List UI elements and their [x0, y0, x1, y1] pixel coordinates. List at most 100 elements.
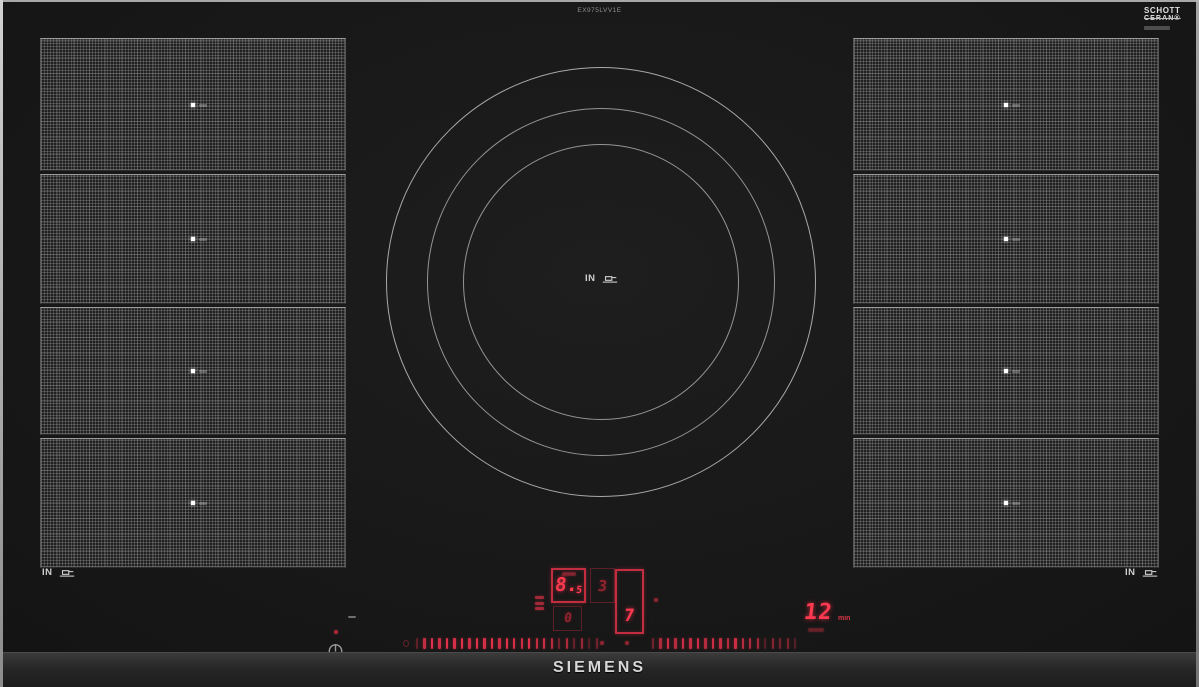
- pause-bars-icon[interactable]: [535, 596, 544, 610]
- slider-tick[interactable]: [483, 638, 485, 649]
- slider-tick[interactable]: [446, 638, 448, 649]
- slider-tick[interactable]: [521, 638, 523, 649]
- induction-label: IN: [585, 273, 596, 284]
- slider-tick[interactable]: [498, 638, 500, 649]
- slider-tick[interactable]: [772, 638, 774, 649]
- slider-tick[interactable]: [727, 638, 729, 649]
- induction-label: IN: [42, 567, 53, 578]
- cooking-zone-left-3[interactable]: [40, 307, 346, 435]
- cooking-zone-right-4[interactable]: [853, 438, 1159, 568]
- slider-tick[interactable]: [423, 638, 425, 649]
- metal-edge-left: [0, 0, 3, 687]
- induction-label: IN: [1125, 567, 1136, 578]
- slider-dot: [625, 641, 629, 645]
- cooking-zone-right-1[interactable]: [853, 38, 1159, 171]
- zone-center-dot: [1004, 501, 1008, 505]
- slider-tick[interactable]: [652, 638, 654, 649]
- power-slider-right[interactable]: [652, 637, 796, 650]
- slider-tick[interactable]: [674, 638, 676, 649]
- slider-tick[interactable]: [468, 638, 470, 649]
- slider-dot: [600, 641, 604, 645]
- induction-marker-bottom-left: IN: [42, 567, 76, 578]
- slider-tick[interactable]: [581, 638, 583, 649]
- zone-center-dot: [191, 103, 195, 107]
- zone-center-dot: [1004, 237, 1008, 241]
- indicator-dot: [654, 598, 658, 602]
- slider-tick[interactable]: [682, 638, 684, 649]
- level-display-right[interactable]: 7: [615, 569, 644, 634]
- slider-tick[interactable]: [667, 638, 669, 649]
- timer-sub-mark: [808, 628, 824, 632]
- slider-tick[interactable]: [513, 638, 515, 649]
- induction-marker-bottom-right: IN: [1125, 567, 1159, 578]
- induction-cooktop: EX975LVV1E SCHOTT CERAN® IN IN IN: [0, 0, 1199, 687]
- slider-tick[interactable]: [719, 638, 721, 649]
- metal-edge-top: [0, 0, 1199, 2]
- slider-tick[interactable]: [704, 638, 706, 649]
- cooking-zone-right-3[interactable]: [853, 307, 1159, 435]
- zone-center-mark: [1012, 370, 1020, 373]
- zone-center-dot: [191, 237, 195, 241]
- slider-tick[interactable]: [742, 638, 744, 649]
- zone-center-mark: [199, 104, 207, 107]
- slider-tick[interactable]: [558, 638, 560, 649]
- power-slider-left[interactable]: [416, 637, 598, 650]
- power-indicator-dot: [334, 630, 338, 634]
- induction-marker-center: IN: [585, 273, 619, 284]
- panel-dash-mark: [348, 616, 356, 618]
- cooking-zone-left-1[interactable]: [40, 38, 346, 171]
- slider-tick[interactable]: [697, 638, 699, 649]
- slider-tick[interactable]: [491, 638, 493, 649]
- zone-center-mark: [1012, 238, 1020, 241]
- slider-tick[interactable]: [689, 638, 691, 649]
- slider-tick[interactable]: [779, 638, 781, 649]
- cookware-pan-icon: [58, 567, 76, 578]
- slider-tick[interactable]: [659, 638, 661, 649]
- slider-tick[interactable]: [787, 638, 789, 649]
- slider-tick[interactable]: [551, 638, 553, 649]
- slider-tick[interactable]: [536, 638, 538, 649]
- slider-tick[interactable]: [438, 638, 440, 649]
- siemens-logo: SIEMENS: [0, 659, 1199, 677]
- level-zero-value: 0: [563, 611, 573, 626]
- slider-tick[interactable]: [528, 638, 530, 649]
- slider-tick[interactable]: [573, 638, 575, 649]
- slider-tick[interactable]: [712, 638, 714, 649]
- power-level-fraction: 5: [575, 586, 582, 596]
- zone-center-dot: [191, 501, 195, 505]
- cooking-zone-left-2[interactable]: [40, 174, 346, 304]
- level-right-value: 7: [623, 606, 636, 626]
- slider-tick[interactable]: [543, 638, 545, 649]
- schott-ceran-logo: SCHOTT CERAN®: [1144, 7, 1192, 30]
- zone-center-mark: [1012, 104, 1020, 107]
- zone-center-dot: [191, 369, 195, 373]
- cooking-zone-right-2[interactable]: [853, 174, 1159, 304]
- slider-tick[interactable]: [453, 638, 455, 649]
- zone-center-mark: [199, 370, 207, 373]
- slider-tick[interactable]: [431, 638, 433, 649]
- slider-tick[interactable]: [749, 638, 751, 649]
- slider-tick[interactable]: [596, 638, 598, 649]
- cookware-pan-icon: [1141, 567, 1159, 578]
- schott-subtext-bar: [1144, 26, 1170, 30]
- zone-center-mark: [199, 238, 207, 241]
- level-display-zero[interactable]: 0: [553, 606, 582, 631]
- power-level-display[interactable]: 8. 5: [551, 568, 586, 603]
- timer-display[interactable]: 12 min: [800, 600, 870, 636]
- slider-tick[interactable]: [588, 638, 590, 649]
- slider-tick[interactable]: [757, 638, 759, 649]
- timer-unit: min: [838, 615, 850, 622]
- zone-center-mark: [199, 502, 207, 505]
- level-display-secondary[interactable]: 3: [590, 568, 615, 603]
- slider-tick[interactable]: [416, 638, 418, 649]
- slider-tick[interactable]: [734, 638, 736, 649]
- slider-tick[interactable]: [794, 638, 796, 649]
- ceran-text: CERAN®: [1144, 15, 1192, 22]
- slider-tick[interactable]: [476, 638, 478, 649]
- slider-tick[interactable]: [566, 638, 568, 649]
- timer-value: 12: [802, 600, 834, 625]
- slider-tick[interactable]: [461, 638, 463, 649]
- slider-tick[interactable]: [764, 638, 766, 649]
- cooking-zone-left-4[interactable]: [40, 438, 346, 568]
- slider-tick[interactable]: [506, 638, 508, 649]
